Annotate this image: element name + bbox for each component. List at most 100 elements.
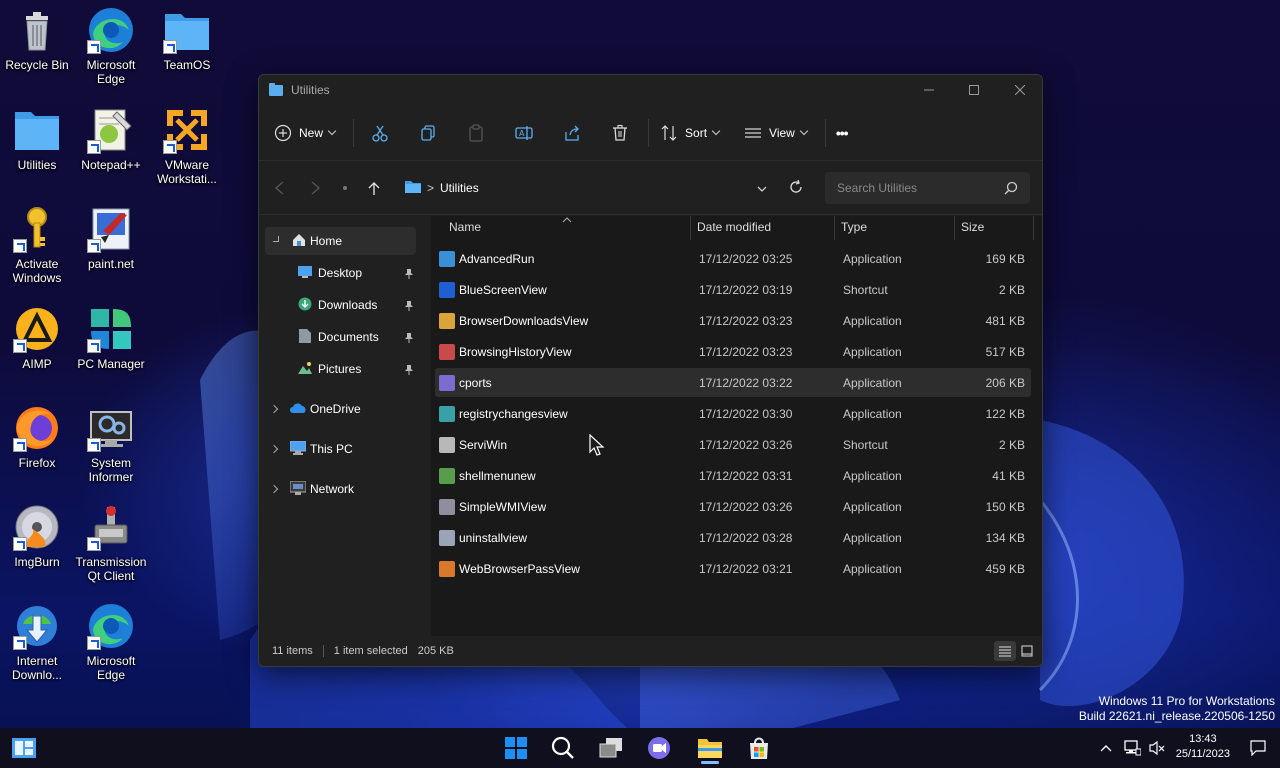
chevron-up-icon[interactable] bbox=[1094, 732, 1118, 764]
desktop-icon-activate-windows[interactable]: Activate Windows bbox=[0, 205, 74, 285]
file-row[interactable]: BrowsingHistoryView 17/12/2022 03:23 Appli… bbox=[435, 337, 1031, 366]
back-button[interactable] bbox=[265, 173, 295, 203]
column-divider[interactable] bbox=[1033, 216, 1034, 240]
chevron-right-icon[interactable] bbox=[269, 444, 279, 454]
search-taskbar-button[interactable] bbox=[545, 732, 581, 764]
desktop-icon-paintnet[interactable]: paint.net bbox=[74, 205, 148, 271]
file-name: BrowsingHistoryView bbox=[459, 344, 572, 359]
sidebar-item-onedrive[interactable]: OneDrive bbox=[265, 395, 416, 423]
desktop-icon-transmission[interactable]: Transmission Qt Client bbox=[74, 503, 148, 583]
close-button[interactable] bbox=[997, 75, 1042, 105]
volume-muted-icon[interactable] bbox=[1145, 732, 1169, 764]
desktop-icon-label: Internet Downlo... bbox=[11, 654, 63, 682]
refresh-button[interactable] bbox=[789, 179, 803, 197]
desktop-icon-pc-manager[interactable]: PC Manager bbox=[74, 305, 148, 371]
view-button[interactable]: View bbox=[743, 117, 809, 149]
column-header: Name Date modified Type Size bbox=[431, 216, 1042, 240]
delete-button[interactable] bbox=[610, 117, 630, 149]
column-name[interactable]: Name bbox=[449, 220, 481, 234]
column-divider[interactable] bbox=[834, 216, 835, 240]
network-status-icon[interactable] bbox=[1120, 732, 1144, 764]
file-row[interactable]: WebBrowserPassView 17/12/2022 03:21 Applic… bbox=[435, 554, 1031, 583]
start-button[interactable] bbox=[498, 732, 534, 764]
column-type[interactable]: Type bbox=[841, 220, 867, 234]
system-clock[interactable]: 13:43 25/11/2023 bbox=[1176, 732, 1230, 762]
recent-locations-button[interactable] bbox=[330, 173, 360, 203]
sidebar-item-downloads[interactable]: Downloads bbox=[265, 291, 416, 319]
file-row[interactable]: SimpleWMIView 17/12/2022 03:26 Application… bbox=[435, 492, 1031, 521]
file-date-modified: 17/12/2022 03:21 bbox=[699, 561, 793, 576]
desktop-icon-system-informer[interactable]: System Informer bbox=[74, 404, 148, 484]
sidebar-item-pictures[interactable]: Pictures bbox=[265, 355, 416, 383]
sidebar-item-documents[interactable]: Documents bbox=[265, 323, 416, 351]
pin-icon[interactable] bbox=[404, 364, 413, 375]
title-bar[interactable]: Utilities bbox=[259, 75, 1042, 105]
sidebar-item-desktop[interactable]: Desktop bbox=[265, 259, 416, 287]
pin-icon[interactable] bbox=[404, 332, 413, 343]
forward-button[interactable] bbox=[300, 173, 330, 203]
file-row[interactable]: BlueScreenView 17/12/2022 03:19 Shortcut 2 … bbox=[435, 275, 1031, 304]
column-size[interactable]: Size bbox=[961, 220, 984, 234]
tiles-view-button[interactable] bbox=[1018, 641, 1036, 661]
desktop-icon-imgburn[interactable]: ImgBurn bbox=[0, 503, 74, 569]
cut-button[interactable] bbox=[370, 117, 390, 149]
imgburn-icon bbox=[13, 503, 61, 551]
new-button[interactable]: New bbox=[273, 117, 337, 149]
file-row[interactable]: cports 17/12/2022 03:22 Application 206 KB bbox=[435, 368, 1031, 397]
chevron-down-icon[interactable] bbox=[273, 236, 279, 242]
desktop-icon-notepadpp[interactable]: Notepad++ bbox=[74, 106, 148, 172]
copy-button[interactable] bbox=[418, 117, 438, 149]
desktop-icon-firefox[interactable]: Firefox bbox=[0, 404, 74, 470]
desktop-icon-aimp[interactable]: AIMP bbox=[0, 305, 74, 371]
system-informer-icon bbox=[87, 404, 135, 452]
sidebar-item-network[interactable]: Network bbox=[265, 475, 416, 503]
file-explorer-window[interactable]: Utilities New A Sort View ••• > Utilitie… bbox=[258, 74, 1043, 667]
desktop-icon-internet-download-manager[interactable]: Internet Downlo... bbox=[0, 602, 74, 682]
details-view-button[interactable] bbox=[994, 641, 1016, 661]
minimize-button[interactable] bbox=[906, 75, 952, 105]
file-row[interactable]: ServiWin 17/12/2022 03:26 Shortcut 2 KB bbox=[435, 430, 1031, 459]
microsoft-store-button[interactable] bbox=[741, 732, 777, 764]
desktop-icon-microsoft-edge[interactable]: Microsoft Edge bbox=[74, 6, 148, 86]
up-button[interactable] bbox=[359, 173, 389, 203]
task-view-button[interactable] bbox=[593, 732, 629, 764]
widgets-button[interactable] bbox=[6, 732, 42, 764]
desktop-icon-vmware[interactable]: VMware Workstati... bbox=[150, 106, 224, 186]
desktop-icon-recycle-bin[interactable]: Recycle Bin bbox=[0, 6, 74, 72]
file-row[interactable]: BrowserDownloadsView 17/12/2022 03:23 Appl… bbox=[435, 306, 1031, 335]
sort-ascending-icon bbox=[562, 212, 572, 226]
column-divider[interactable] bbox=[690, 216, 691, 240]
more-options-button[interactable]: ••• bbox=[836, 117, 849, 149]
paste-button[interactable] bbox=[466, 117, 486, 149]
idm-icon bbox=[13, 602, 61, 650]
file-explorer-taskbar-button[interactable] bbox=[692, 732, 728, 764]
sidebar-item-home[interactable]: Home bbox=[265, 227, 416, 255]
file-row[interactable]: shellmenunew 17/12/2022 03:31 Application 4… bbox=[435, 461, 1031, 490]
desktop-icon-microsoft-edge-2[interactable]: Microsoft Edge bbox=[74, 602, 148, 682]
column-divider[interactable] bbox=[954, 216, 955, 240]
chevron-right-icon[interactable] bbox=[269, 484, 279, 494]
pin-icon[interactable] bbox=[404, 300, 413, 311]
breadcrumb-utilities[interactable]: Utilities bbox=[440, 181, 479, 195]
notifications-icon[interactable] bbox=[1246, 732, 1270, 764]
maximize-button[interactable] bbox=[951, 75, 997, 105]
pin-icon[interactable] bbox=[404, 268, 413, 279]
desktop-icon-teamos[interactable]: TeamOS bbox=[150, 6, 224, 72]
column-date-modified[interactable]: Date modified bbox=[697, 220, 771, 234]
file-row[interactable]: registrychangesview 17/12/2022 03:30 Appli… bbox=[435, 399, 1031, 428]
chevron-right-icon[interactable] bbox=[269, 404, 279, 414]
share-button[interactable] bbox=[562, 117, 582, 149]
file-list: Name Date modified Type Size AdvancedRun… bbox=[431, 216, 1042, 636]
desktop-icon-utilities[interactable]: Utilities bbox=[0, 106, 74, 172]
file-row[interactable]: AdvancedRun 17/12/2022 03:25 Application 16… bbox=[435, 244, 1031, 273]
teams-chat-button[interactable] bbox=[641, 732, 677, 764]
file-row[interactable]: uninstallview 17/12/2022 03:28 Application… bbox=[435, 523, 1031, 552]
aimp-icon bbox=[13, 305, 61, 353]
search-input[interactable]: Search Utilities bbox=[825, 172, 1030, 204]
sort-button[interactable]: Sort bbox=[659, 117, 721, 149]
rename-button[interactable]: A bbox=[514, 117, 534, 149]
address-bar[interactable]: > Utilities bbox=[397, 173, 807, 203]
sidebar-item-this-pc[interactable]: This PC bbox=[265, 435, 416, 463]
status-bar: 11 items 1 item selected 205 KB bbox=[259, 636, 1042, 666]
chevron-down-icon[interactable] bbox=[757, 182, 767, 196]
